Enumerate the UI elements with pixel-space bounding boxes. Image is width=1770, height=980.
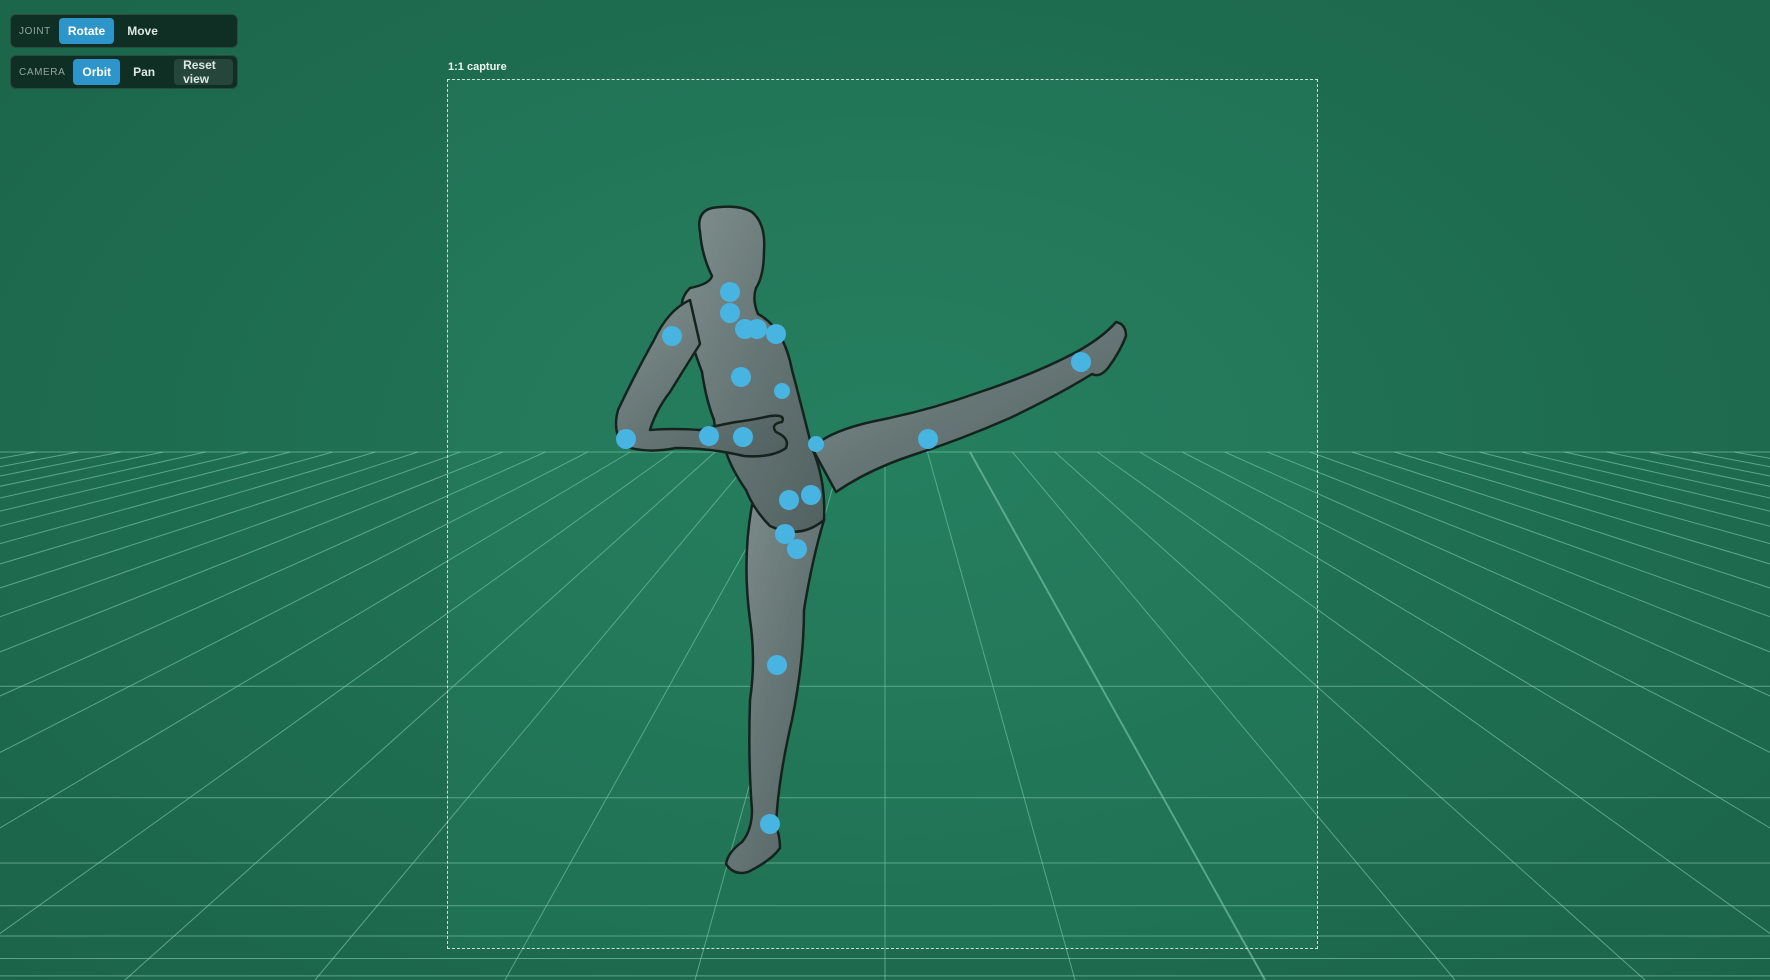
reset-view-button[interactable]: Reset view: [174, 58, 233, 86]
grid-line: [1436, 451, 1770, 545]
grid-line: [1606, 451, 1770, 487]
grid-line: [1734, 451, 1770, 459]
joint-toolbar: JOINT Rotate Move: [10, 14, 238, 48]
rotate-button[interactable]: Rotate: [58, 18, 115, 44]
camera-label: CAMERA: [19, 66, 66, 78]
grid-line: [0, 451, 334, 545]
grid-line: [0, 451, 503, 653]
grid-line: [1691, 451, 1770, 468]
grid-line: [0, 451, 121, 477]
joint-label: JOINT: [19, 25, 51, 37]
grid-line: [0, 451, 461, 618]
grid-line: [0, 451, 36, 459]
grid-line: [0, 451, 164, 487]
pan-button[interactable]: Pan: [124, 59, 164, 85]
grid-line: [1521, 451, 1770, 512]
capture-label: 1:1 capture: [448, 61, 507, 73]
move-button[interactable]: Move: [118, 18, 167, 44]
orbit-button[interactable]: Orbit: [73, 59, 121, 85]
grid-line: [0, 451, 79, 468]
grid-line: [0, 451, 249, 512]
grid-line: [1309, 451, 1770, 618]
grid-line: [0, 451, 418, 589]
grid-line: [1649, 451, 1770, 477]
grid-line: [1267, 451, 1770, 653]
camera-toolbar: CAMERA Orbit Pan Reset view: [10, 55, 238, 89]
capture-frame: [447, 79, 1318, 949]
grid-line: [1352, 451, 1770, 589]
3d-viewport[interactable]: JOINT Rotate Move CAMERA Orbit Pan Reset…: [0, 0, 1770, 980]
